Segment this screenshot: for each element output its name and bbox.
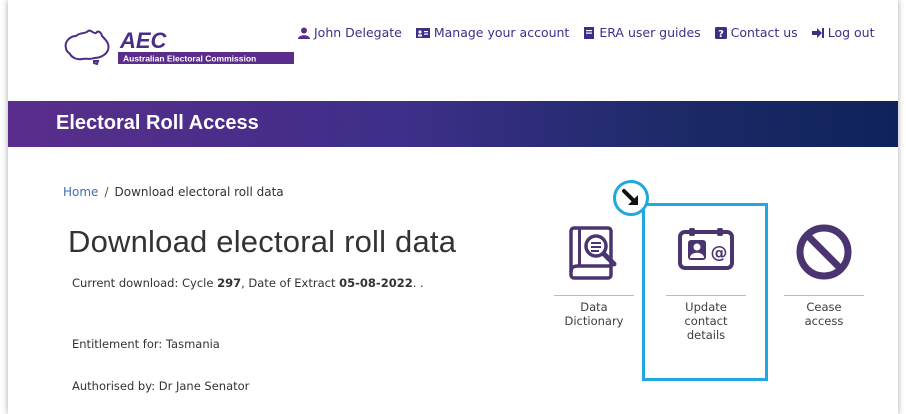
aec-logo[interactable]: AEC Australian Electoral Commission bbox=[60, 22, 300, 66]
svg-text:@: @ bbox=[711, 243, 728, 263]
breadcrumb-separator: / bbox=[104, 185, 109, 199]
app-window: AEC Australian Electoral Commission John… bbox=[8, 0, 898, 414]
authorised-text: Authorised by: Dr Jane Senator bbox=[72, 379, 250, 393]
question-icon: ? bbox=[714, 26, 727, 39]
cease-access-label-1: Cease bbox=[806, 300, 842, 314]
current-prefix: Current download: Cycle bbox=[72, 276, 218, 290]
top-navigation: John Delegate Manage your account ERA us… bbox=[298, 25, 874, 40]
banner-title: Electoral Roll Access bbox=[56, 112, 259, 134]
entitlement-text: Entitlement for: Tasmania bbox=[72, 337, 220, 351]
title-banner: Electoral Roll Access bbox=[8, 101, 898, 147]
user-icon bbox=[298, 27, 310, 39]
pointer-badge bbox=[613, 180, 649, 216]
id-card-icon bbox=[415, 27, 430, 38]
data-dictionary-button[interactable]: Data Dictionary bbox=[548, 222, 640, 328]
nav-manage-account-label: Manage your account bbox=[433, 25, 570, 40]
cycle-number: 297 bbox=[217, 276, 242, 290]
update-contact-label-2: contact bbox=[684, 314, 728, 328]
logo-text: AEC bbox=[119, 28, 168, 53]
nav-logout-label: Log out bbox=[827, 25, 875, 40]
data-dictionary-label-1: Data bbox=[580, 300, 608, 314]
breadcrumb-home-link[interactable]: Home bbox=[63, 185, 98, 199]
book-icon bbox=[584, 26, 595, 39]
contact-card-icon: @ bbox=[678, 228, 734, 270]
extract-date: 05-08-2022 bbox=[339, 276, 413, 290]
sign-out-icon bbox=[811, 27, 824, 38]
breadcrumb-current: Download electoral roll data bbox=[114, 185, 284, 199]
nav-user-guides-link[interactable]: ERA user guides bbox=[583, 25, 701, 40]
data-dictionary-icon bbox=[569, 226, 617, 280]
current-download-info: Current download: Cycle 297, Date of Ext… bbox=[72, 276, 424, 290]
breadcrumb: Home / Download electoral roll data bbox=[63, 185, 284, 199]
nav-manage-account-link[interactable]: Manage your account bbox=[415, 25, 570, 40]
nav-contact-link[interactable]: ? Contact us bbox=[714, 25, 798, 40]
update-contact-label-1: Update bbox=[685, 300, 727, 314]
logo-subtitle: Australian Electoral Commission bbox=[123, 54, 256, 64]
svg-text:?: ? bbox=[718, 29, 724, 39]
update-contact-label-3: details bbox=[686, 328, 726, 342]
nav-contact-label: Contact us bbox=[730, 25, 798, 40]
nav-user-guides-label: ERA user guides bbox=[599, 25, 701, 40]
nav-user-link[interactable]: John Delegate bbox=[298, 25, 402, 40]
prohibited-icon bbox=[796, 224, 852, 280]
nav-user-label: John Delegate bbox=[314, 25, 402, 40]
current-suffix: . . bbox=[412, 276, 424, 290]
page-title: Download electoral roll data bbox=[68, 224, 457, 259]
cease-access-label-2: access bbox=[804, 314, 844, 328]
update-contact-details-button[interactable]: @ Update contact details bbox=[660, 222, 752, 342]
extract-prefix: , Date of Extract bbox=[241, 276, 340, 290]
data-dictionary-label-2: Dictionary bbox=[564, 314, 624, 328]
cease-access-button[interactable]: Cease access bbox=[778, 222, 870, 328]
nav-logout-link[interactable]: Log out bbox=[811, 25, 875, 40]
arrow-down-right-icon bbox=[622, 189, 638, 205]
